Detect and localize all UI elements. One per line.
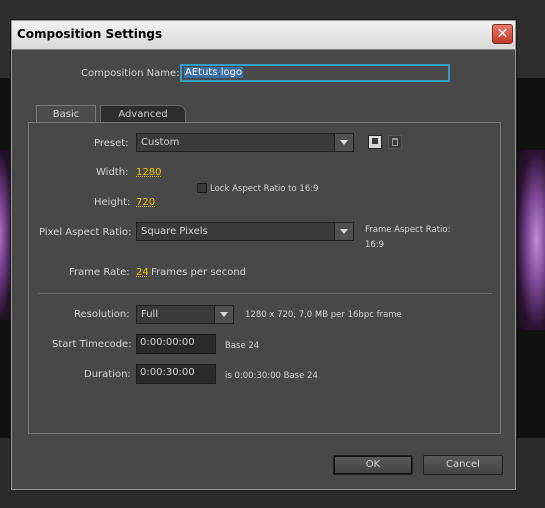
start-timecode-input[interactable]: 0:00:00:00 [136,334,216,354]
tab-advanced[interactable]: Advanced [100,105,186,123]
chevron-down-icon [334,134,353,151]
composition-name-value: AEtuts logo [184,67,244,78]
preset-label: Preset: [94,138,129,149]
close-button[interactable]: ✕ [492,24,513,44]
dialog-title: Composition Settings [17,27,163,41]
width-value[interactable]: 1280 [136,167,161,178]
frame-rate-value[interactable]: 24 [136,267,149,278]
frame-rate-label: Frame Rate: [69,267,130,278]
start-timecode-label: Start Timecode: [52,339,132,350]
resolution-value: Full [141,309,159,320]
resolution-label: Resolution: [74,309,130,320]
preset-value: Custom [141,137,180,148]
tab-basic[interactable]: Basic [36,105,96,123]
composition-name-label: Composition Name: [81,68,180,79]
duration-label: Duration: [84,369,131,380]
frame-aspect-value: 16:9 [365,240,385,250]
duration-info: is 0:00:30:00 Base 24 [225,371,318,381]
viewer-artwork-right [517,150,545,330]
dialog-titlebar[interactable]: Composition Settings ✕ [12,21,515,50]
resolution-dropdown[interactable]: Full [136,305,234,324]
duration-value: 0:00:30:00 [140,367,195,378]
cancel-button[interactable]: Cancel [423,455,503,475]
frame-aspect-label: Frame Aspect Ratio: [365,225,451,235]
start-timecode-value: 0:00:00:00 [140,337,195,348]
chevron-down-icon [214,306,233,323]
pixel-aspect-dropdown[interactable]: Square Pixels [136,222,354,241]
cancel-button-label: Cancel [446,459,480,470]
section-divider [38,293,492,294]
pixel-aspect-label: Pixel Aspect Ratio: [39,227,132,238]
height-value[interactable]: 720 [136,197,155,208]
pixel-aspect-value: Square Pixels [141,226,208,237]
chevron-down-icon [334,223,353,240]
ok-button-label: OK [365,459,381,470]
ok-button[interactable]: OK [333,455,413,475]
lock-aspect-checkbox[interactable] [197,183,207,193]
frame-rate-suffix: Frames per second [151,267,246,278]
composition-name-input[interactable]: AEtuts logo [180,64,450,82]
width-label: Width: [96,167,129,178]
height-label: Height: [94,197,131,208]
start-timecode-base: Base 24 [225,341,260,351]
tab-basic-label: Basic [52,109,80,120]
delete-preset-icon[interactable] [388,135,402,149]
duration-input[interactable]: 0:00:30:00 [136,364,216,384]
lock-aspect-label: Lock Aspect Ratio to 16:9 [210,184,319,194]
close-icon: ✕ [496,26,509,42]
resolution-info: 1280 x 720, 7,0 MB per 16bpc frame [245,310,402,320]
save-preset-icon[interactable] [368,135,382,149]
tab-advanced-label: Advanced [118,109,168,120]
preset-dropdown[interactable]: Custom [136,133,354,152]
composition-settings-dialog: Composition Settings ✕ Composition Name:… [11,20,516,490]
